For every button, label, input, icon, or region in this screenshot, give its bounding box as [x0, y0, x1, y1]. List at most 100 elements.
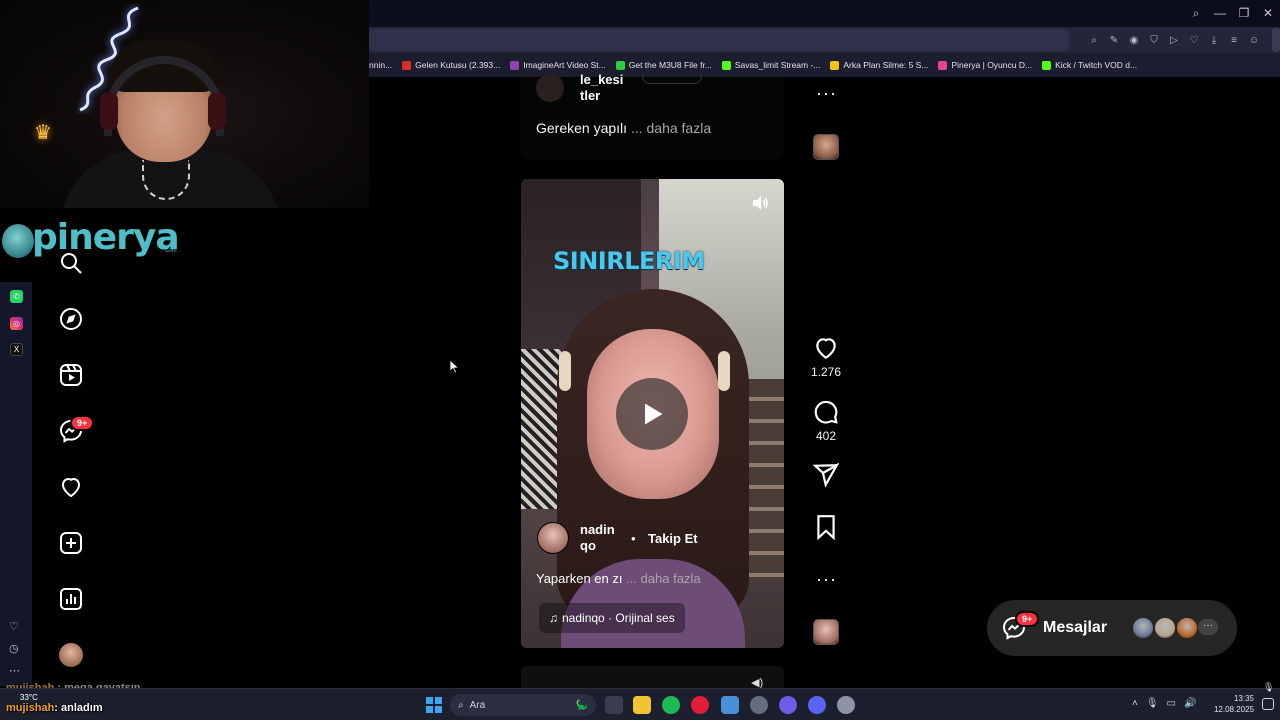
weather-readout: 33°C	[20, 693, 38, 702]
bookmark-item[interactable]: Pinerya | Oyuncu D...	[938, 60, 1032, 70]
reels-icon[interactable]	[58, 362, 84, 388]
reel-more-link[interactable]: ... daha fazla	[626, 571, 700, 586]
discord-icon[interactable]	[808, 696, 826, 714]
opera-icon[interactable]	[691, 696, 709, 714]
previous-follow-pill[interactable]	[642, 74, 702, 84]
webcam-overlay: ♛	[0, 0, 369, 208]
file-explorer-icon[interactable]	[633, 696, 651, 714]
more-icon[interactable]: ⋯	[9, 664, 20, 677]
more-options-icon[interactable]: ···	[816, 570, 837, 588]
like-count: 1.276	[810, 365, 842, 379]
clock-time: 13:35	[1233, 694, 1254, 703]
reel-author-avatar[interactable]	[537, 522, 569, 554]
bookmark-item[interactable]: Get the M3U8 File fr...	[615, 60, 712, 70]
previous-author-name[interactable]: le_kesi tler	[580, 72, 623, 104]
download-icon[interactable]: ⤓	[1206, 32, 1222, 48]
hair-clip-left	[559, 351, 571, 391]
bookmark-item[interactable]: Gelen Kutusu (2.393...	[402, 60, 500, 70]
music-note-icon: ♫	[549, 611, 558, 625]
bookmark-item[interactable]: Arka Plan Silme: 5 S...	[830, 60, 928, 70]
dinosaur-icon: 🦕	[575, 699, 588, 711]
app-icon[interactable]	[779, 696, 797, 714]
chevron-up-icon[interactable]: ˄	[1132, 698, 1138, 709]
settings-icon[interactable]	[837, 696, 855, 714]
menu-icon[interactable]: ≡	[1226, 32, 1242, 48]
app-icon[interactable]	[721, 696, 739, 714]
previous-audio-thumb[interactable]	[813, 134, 839, 160]
play-button[interactable]	[616, 378, 688, 450]
windows-start-icon[interactable]	[426, 697, 442, 713]
spotify-icon[interactable]	[662, 696, 680, 714]
share-action	[812, 462, 840, 488]
like-action: 1.276	[810, 335, 842, 379]
headset-ear-left	[100, 92, 118, 130]
previous-more-link[interactable]: ... daha fazla	[631, 120, 711, 136]
bookmark-item[interactable]: Kick / Twitch VOD d...	[1042, 60, 1137, 70]
edit-icon[interactable]: ✎	[1106, 32, 1122, 48]
sound-icon[interactable]	[751, 194, 769, 212]
task-view-icon[interactable]	[605, 696, 623, 714]
previous-more-options-icon[interactable]: ···	[816, 84, 837, 102]
zoom-icon[interactable]: ⌕	[1086, 32, 1102, 48]
previous-author-avatar[interactable]	[536, 74, 564, 102]
microphone-icon[interactable]: 🎙	[1146, 698, 1159, 709]
favorite-icon[interactable]: ♡	[1186, 32, 1202, 48]
previous-caption-text: Gereken yapılı	[536, 120, 628, 136]
search-icon: ⌕	[458, 699, 464, 711]
messages-pill[interactable]: 9+ Mesajlar ···	[987, 600, 1237, 656]
search-icon[interactable]	[58, 250, 84, 276]
close-icon[interactable]: ✕	[1256, 4, 1280, 22]
network-icon[interactable]: ▭	[1167, 698, 1176, 709]
bookmark-label: Arka Plan Silme: 5 S...	[843, 60, 929, 70]
clock[interactable]: 13:35 12.08.2025	[1208, 693, 1254, 715]
clock-icon[interactable]: ◷	[9, 642, 19, 655]
contact-avatar	[1175, 616, 1199, 640]
clock-date: 12.08.2025	[1213, 705, 1254, 714]
chat-message: anladım	[61, 702, 103, 714]
next-sound-icon[interactable]: ◀)	[751, 676, 769, 689]
shield-icon[interactable]: ⛉	[1146, 32, 1162, 48]
compass-icon[interactable]	[58, 306, 84, 332]
url-field[interactable]	[369, 29, 1069, 51]
taskbar: ⌕ Ara 🦕 ˄ 🎙 ▭ 🔊 13:35 12.08.2025	[0, 688, 1280, 720]
taskbar-search[interactable]: ⌕ Ara 🦕	[450, 694, 596, 716]
address-bar: ⌕ ✎ ◉ ⛉ ▷ ♡ ⤓ ≡ ☺	[369, 27, 1280, 53]
reel-audio-pill[interactable]: ♫ nadinqo · Orijinal ses	[539, 603, 685, 633]
bookmark-icon[interactable]	[813, 514, 839, 540]
minimize-icon[interactable]: —	[1208, 4, 1232, 22]
bookmark-item[interactable]: Savas_limit Stream -...	[721, 60, 821, 70]
heart-icon[interactable]	[58, 474, 84, 500]
profile-avatar[interactable]	[59, 643, 83, 667]
comment-action: 402	[812, 399, 840, 443]
bookmark-favicon-icon	[721, 60, 731, 70]
reel-video[interactable]: SINIRLERIM nadin qo • Takip Et Yaparken …	[521, 179, 784, 648]
share-icon[interactable]	[813, 462, 839, 488]
like-icon[interactable]	[813, 335, 839, 361]
whatsapp-icon[interactable]: ✆	[10, 290, 23, 303]
instagram-icon[interactable]: ◎	[10, 317, 23, 330]
follow-button[interactable]: Takip Et	[648, 531, 698, 546]
reel-author-name[interactable]: nadin qo	[580, 522, 620, 554]
create-icon[interactable]	[58, 530, 84, 556]
profile-icon[interactable]: ☺	[1246, 32, 1262, 48]
bookmark-item[interactable]: nnin...	[369, 60, 392, 70]
bookmark-item[interactable]: ImagineArt Video St...	[510, 60, 606, 70]
app-icon[interactable]	[750, 696, 768, 714]
bookmark-label: Pinerya | Oyuncu D...	[951, 60, 1033, 70]
notification-icon[interactable]	[1262, 698, 1274, 710]
camera-icon[interactable]: ◉	[1126, 32, 1142, 48]
heart-outline-icon[interactable]: ♡	[9, 620, 19, 633]
volume-icon[interactable]: 🔊	[1184, 698, 1196, 709]
x-icon[interactable]: X	[10, 343, 23, 356]
separator-dot: •	[631, 531, 636, 546]
comment-icon[interactable]	[813, 399, 839, 425]
reel-audio-label: nadinqo · Orijinal ses	[562, 611, 675, 625]
search-tabs-icon[interactable]: ⌕	[1184, 4, 1208, 22]
play-icon[interactable]: ▷	[1166, 32, 1182, 48]
headset-ear-right	[208, 92, 226, 130]
restore-icon[interactable]: ❐	[1232, 4, 1256, 22]
toolbar-icons: ⌕ ✎ ◉ ⛉ ▷ ♡ ⤓ ≡ ☺	[1086, 32, 1262, 48]
dashboard-icon[interactable]	[58, 586, 84, 612]
bookmark-label: Savas_limit Stream -...	[734, 60, 821, 70]
audio-thumb[interactable]	[813, 619, 839, 645]
